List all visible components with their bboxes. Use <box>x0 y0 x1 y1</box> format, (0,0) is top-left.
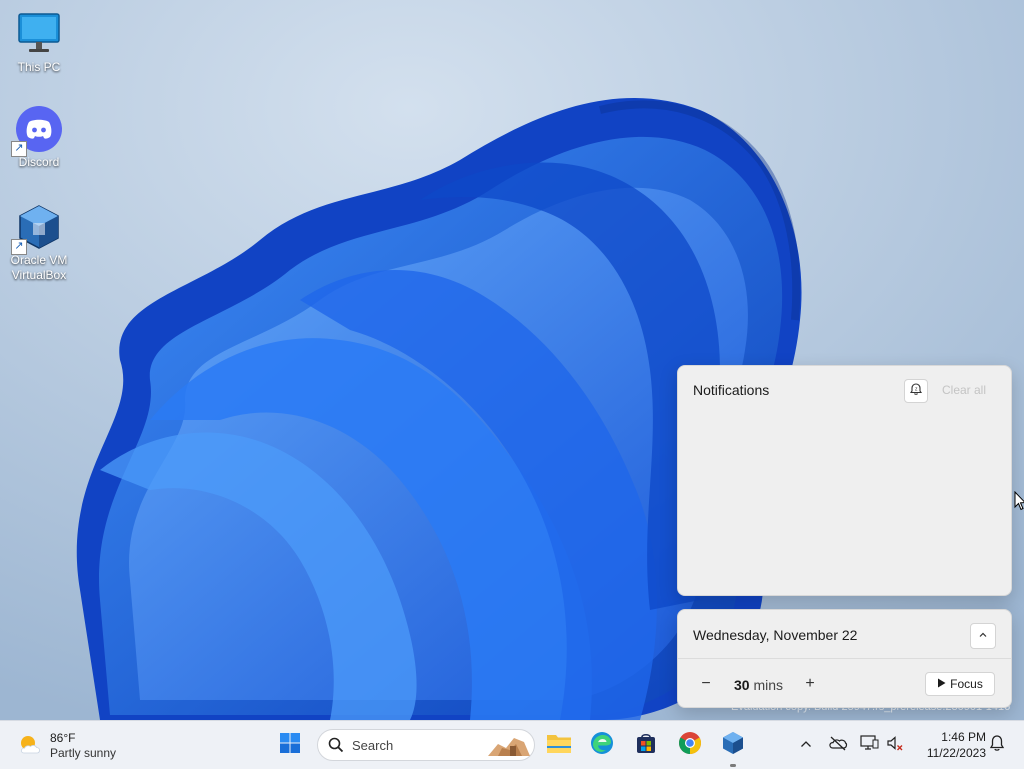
desktop-icon-discord[interactable]: ↗ Discord <box>1 105 77 170</box>
show-hidden-icons-button[interactable] <box>796 729 816 761</box>
taskbar: 86°F Partly sunny Search 1:46 PM 11/22/2… <box>0 720 1024 769</box>
desktop-icon-label: This PC <box>17 60 61 74</box>
search-highlight-icon <box>484 732 532 763</box>
mouse-cursor-icon <box>1014 491 1024 511</box>
taskbar-chrome[interactable] <box>672 727 708 763</box>
virtualbox-icon <box>721 731 745 760</box>
discord-icon: ↗ <box>11 105 63 157</box>
clock-date: 11/22/2023 <box>926 746 986 760</box>
notifications-title: Notifications <box>693 382 770 398</box>
search-icon <box>328 737 344 758</box>
network-icon <box>859 734 879 757</box>
focus-duration: 30 mins <box>734 677 783 693</box>
shortcut-arrow-icon: ↗ <box>11 239 27 255</box>
taskbar-store[interactable] <box>628 727 664 763</box>
notifications-button[interactable] <box>986 729 1008 761</box>
collapse-calendar-button[interactable] <box>970 623 996 649</box>
weather-widget[interactable]: 86°F Partly sunny <box>16 729 126 761</box>
decrease-focus-button[interactable]: − <box>695 673 717 695</box>
divider <box>678 658 1011 659</box>
clock-time: 1:46 PM <box>941 730 986 744</box>
volume-muted-icon <box>886 735 904 756</box>
calendar-panel: Wednesday, November 22 − 30 mins + Focus <box>677 609 1012 708</box>
play-icon <box>937 677 946 691</box>
store-icon <box>635 732 657 759</box>
chrome-icon <box>678 731 702 760</box>
taskbar-edge[interactable] <box>584 727 620 763</box>
clear-all-button[interactable]: Clear all <box>942 383 986 397</box>
active-app-indicator <box>730 764 736 767</box>
desktop-icon-virtualbox[interactable]: ↗ Oracle VM VirtualBox <box>1 203 77 283</box>
shortcut-arrow-icon: ↗ <box>11 141 27 157</box>
notifications-panel: Notifications z Clear all <box>677 365 1012 596</box>
monitor-icon <box>15 10 63 58</box>
focus-button-label: Focus <box>950 677 983 691</box>
onedrive-status[interactable] <box>827 729 849 761</box>
minus-icon: − <box>701 675 711 692</box>
focus-minutes-unit: mins <box>753 677 784 693</box>
clock-button[interactable]: 1:46 PM 11/22/2023 <box>912 729 986 761</box>
focus-button[interactable]: Focus <box>925 672 995 696</box>
desktop-icon-this-pc[interactable]: This PC <box>1 10 77 75</box>
chevron-up-icon <box>800 736 812 754</box>
taskbar-file-explorer[interactable] <box>541 727 577 763</box>
search-placeholder: Search <box>352 738 394 753</box>
weather-condition: Partly sunny <box>50 746 117 760</box>
taskbar-virtualbox[interactable] <box>715 727 751 763</box>
volume-status[interactable] <box>884 729 906 761</box>
cloud-offline-icon <box>828 735 848 756</box>
start-icon <box>279 732 301 759</box>
start-button[interactable] <box>272 727 308 763</box>
file-explorer-icon <box>546 732 572 759</box>
weather-temperature: 86°F <box>50 731 76 745</box>
chevron-up-icon <box>978 627 988 645</box>
desktop-icon-label: Oracle VM VirtualBox <box>10 253 68 282</box>
partly-sunny-icon <box>16 731 44 759</box>
focus-minutes-value: 30 <box>734 677 750 693</box>
network-status[interactable] <box>858 729 880 761</box>
plus-icon: + <box>805 675 815 692</box>
calendar-date: Wednesday, November 22 <box>693 627 858 643</box>
increase-focus-button[interactable]: + <box>799 673 821 695</box>
virtualbox-icon: ↗ <box>11 203 63 255</box>
svg-text:z: z <box>915 386 918 392</box>
search-input[interactable]: Search <box>317 729 535 761</box>
edge-icon <box>590 731 614 760</box>
desktop-icon-label: Discord <box>18 155 60 169</box>
do-not-disturb-button[interactable]: z <box>904 379 928 403</box>
do-not-disturb-icon: z <box>909 382 923 401</box>
bell-icon <box>989 734 1005 757</box>
